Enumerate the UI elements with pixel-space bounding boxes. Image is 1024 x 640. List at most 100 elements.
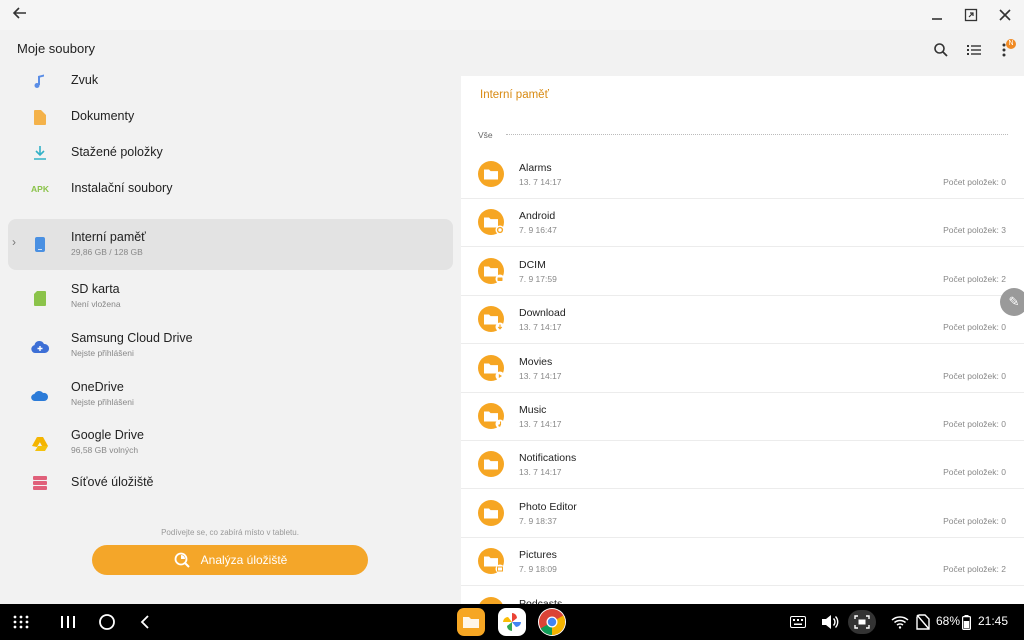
battery-percentage: 68% bbox=[936, 614, 961, 628]
section-divider bbox=[506, 134, 1008, 135]
folder-date: 7. 9 18:37 bbox=[519, 515, 557, 526]
sidebar-item-sub: 96,58 GB volných bbox=[71, 445, 139, 455]
sidebar-item-dokumenty[interactable]: Dokumenty bbox=[8, 98, 453, 138]
storage-analysis-icon bbox=[174, 552, 190, 568]
folder-item-count: Počet položek: 3 bbox=[943, 225, 1006, 236]
sidebar-item-onedrive[interactable]: OneDrive Nejste přihlášeni bbox=[8, 374, 453, 414]
resize-icon[interactable] bbox=[959, 4, 983, 26]
sidebar-item-label: Instalační soubory bbox=[71, 181, 173, 195]
screen-capture-icon[interactable] bbox=[848, 610, 876, 634]
sidebar-item-label: OneDrive bbox=[71, 380, 124, 394]
sd-card-icon bbox=[30, 288, 50, 308]
folder-item-count: Počet položek: 0 bbox=[943, 467, 1006, 478]
sidebar-item-google-drive[interactable]: Google Drive 96,58 GB volných bbox=[8, 422, 453, 462]
storage-hint: Podívejte se, co zabírá místo v tabletu. bbox=[161, 528, 299, 537]
folder-date: 13. 7 14:17 bbox=[519, 322, 562, 333]
folder-item-count: Počet položek: 0 bbox=[943, 370, 1006, 381]
more-options-icon[interactable]: N bbox=[992, 38, 1016, 62]
sidebar-item-label: Stažené položky bbox=[71, 145, 163, 159]
folder-name: Notifications bbox=[519, 452, 577, 465]
folder-row[interactable]: Photo Editor 7. 9 18:37 Počet položek: 0 bbox=[461, 490, 1024, 538]
folder-date: 13. 7 14:17 bbox=[519, 177, 562, 187]
analyze-storage-label: Analýza úložiště bbox=[200, 553, 288, 567]
folder-item-count: Počet položek: 0 bbox=[943, 322, 1006, 333]
sidebar-item-zvuk[interactable]: Zvuk bbox=[8, 62, 453, 102]
folder-row[interactable]: Alarms 13. 7 14:17 Počet položek: 0 bbox=[461, 151, 1024, 199]
folder-name: Music bbox=[519, 404, 547, 416]
sidebar-item-sd-karta[interactable]: SD karta Není vložena bbox=[8, 276, 453, 316]
sidebar-item-stazene[interactable]: Stažené položky bbox=[8, 134, 453, 174]
minimize-icon[interactable] bbox=[925, 4, 949, 26]
close-icon[interactable] bbox=[993, 4, 1017, 26]
chevron-right-icon: › bbox=[12, 235, 16, 249]
folder-row[interactable]: Download 13. 7 14:17 Počet položek: 0 bbox=[461, 296, 1024, 345]
window-titlebar bbox=[0, 0, 1024, 30]
apk-icon: APK bbox=[31, 184, 49, 194]
folder-date: 13. 7 14:17 bbox=[519, 467, 562, 478]
back-arrow-icon[interactable] bbox=[8, 3, 32, 27]
folder-name: DCIM bbox=[519, 258, 546, 271]
onedrive-icon bbox=[30, 386, 50, 406]
sidebar-item-interni-pamet[interactable]: › Interní paměť 29,86 GB / 128 GB bbox=[8, 219, 453, 270]
sidebar-item-label: Samsung Cloud Drive bbox=[71, 331, 193, 345]
document-icon bbox=[30, 107, 50, 127]
home-icon[interactable] bbox=[98, 610, 116, 634]
list-view-icon[interactable] bbox=[962, 38, 986, 62]
keyboard-icon[interactable] bbox=[790, 610, 806, 634]
battery-icon bbox=[962, 610, 971, 634]
folder-icon bbox=[477, 257, 505, 284]
sidebar-item-label: Síťové úložiště bbox=[71, 475, 154, 489]
sidebar-item-label: Interní paměť bbox=[71, 230, 146, 244]
google-photos-icon[interactable] bbox=[498, 608, 526, 636]
folder-name: Android bbox=[519, 210, 556, 223]
app-title: Moje soubory bbox=[17, 41, 96, 56]
folder-item-count: Počet položek: 2 bbox=[943, 273, 1006, 284]
sidebar-item-samsung-cloud[interactable]: Samsung Cloud Drive Nejste přihlášeni bbox=[8, 325, 453, 365]
system-navigation-bar: 68% 21:45 bbox=[0, 604, 1024, 640]
edit-icon[interactable]: ✎ bbox=[1000, 288, 1024, 316]
folder-item-count: Počet položek: 0 bbox=[943, 419, 1006, 429]
back-icon[interactable] bbox=[139, 610, 151, 634]
folder-name: Photo Editor bbox=[519, 500, 577, 513]
notification-badge: N bbox=[1006, 39, 1016, 49]
folder-icon bbox=[477, 209, 505, 236]
folder-icon bbox=[477, 451, 505, 478]
download-icon bbox=[30, 143, 50, 163]
folder-icon bbox=[477, 403, 505, 429]
folder-row[interactable]: Music 13. 7 14:17 Počet položek: 0 bbox=[461, 393, 1024, 441]
folder-row[interactable]: Android 7. 9 16:47 Počet položek: 3 bbox=[461, 199, 1024, 248]
no-sim-icon bbox=[916, 610, 930, 634]
folder-row[interactable]: Notifications 13. 7 14:17 Počet položek: 0 bbox=[461, 441, 1024, 490]
analyze-storage-button[interactable]: Analýza úložiště bbox=[92, 545, 368, 575]
sidebar: Zvuk Dokumenty Stažené položky APK Insta… bbox=[0, 62, 460, 604]
section-header: Vše bbox=[478, 130, 493, 140]
sidebar-item-label: Dokumenty bbox=[71, 109, 135, 123]
folder-icon bbox=[477, 306, 505, 333]
sidebar-item-label: Google Drive bbox=[71, 428, 144, 442]
folder-row[interactable]: DCIM 7. 9 17:59 Počet položek: 2 bbox=[461, 248, 1024, 296]
folder-date: 7. 9 18:09 bbox=[519, 564, 557, 575]
folder-icon bbox=[477, 161, 505, 187]
folder-row[interactable]: Movies 13. 7 14:17 Počet položek: 0 bbox=[461, 345, 1024, 393]
music-note-icon bbox=[30, 71, 50, 91]
server-icon bbox=[30, 473, 50, 493]
folder-row[interactable]: Podcasts bbox=[461, 587, 1024, 604]
folder-item-count: Počet položek: 0 bbox=[943, 177, 1006, 187]
clock: 21:45 bbox=[978, 614, 1009, 628]
sidebar-item-sub: Nejste přihlášeni bbox=[71, 397, 134, 407]
sidebar-item-instalacni[interactable]: APK Instalační soubory bbox=[8, 170, 453, 210]
sidebar-item-sub: Nejste přihlášeni bbox=[71, 348, 134, 358]
folder-row[interactable]: Pictures 7. 9 18:09 Počet položek: 2 bbox=[461, 538, 1024, 587]
breadcrumb-current[interactable]: Interní paměť bbox=[480, 89, 549, 101]
phone-icon bbox=[30, 234, 50, 254]
recent-apps-icon[interactable] bbox=[60, 610, 76, 634]
app-drawer-icon[interactable] bbox=[12, 610, 30, 634]
folder-date: 7. 9 17:59 bbox=[519, 273, 557, 284]
my-files-app-icon[interactable] bbox=[457, 608, 485, 636]
chrome-icon[interactable] bbox=[538, 608, 566, 636]
sidebar-item-sitove-uloziste[interactable]: Síťové úložiště bbox=[8, 464, 453, 504]
folder-name: Alarms bbox=[519, 162, 552, 174]
folder-date: 13. 7 14:17 bbox=[519, 419, 562, 429]
search-icon[interactable] bbox=[929, 38, 953, 62]
volume-icon[interactable] bbox=[821, 610, 839, 634]
